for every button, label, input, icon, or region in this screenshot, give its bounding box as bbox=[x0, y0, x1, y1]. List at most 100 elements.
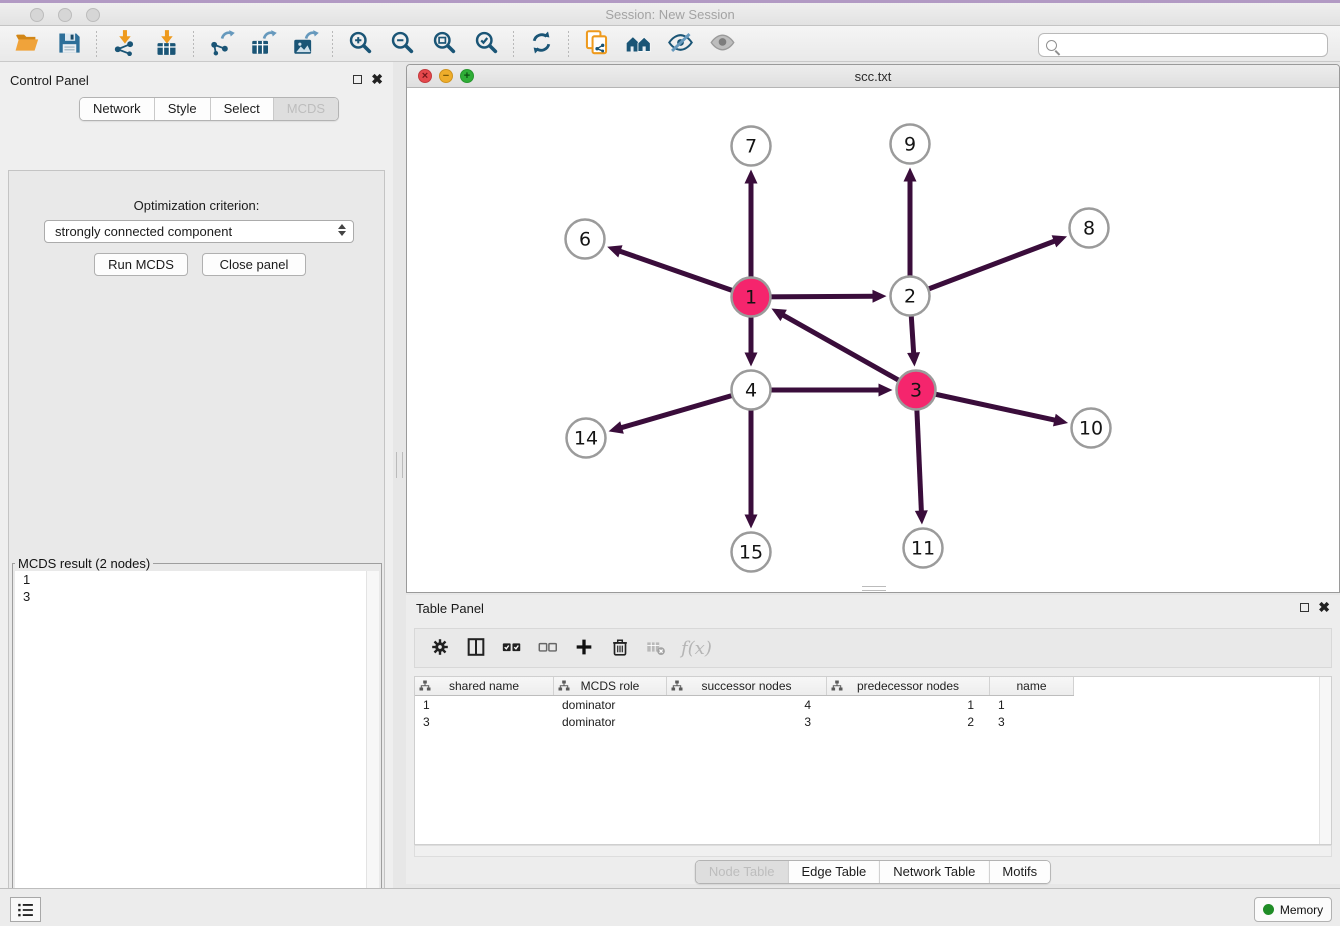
column-header-successor-nodes[interactable]: successor nodes bbox=[667, 677, 827, 695]
table-hscrollbar[interactable] bbox=[414, 845, 1332, 857]
criterion-dropdown-value: strongly connected component bbox=[55, 224, 232, 239]
folder-open-button[interactable] bbox=[6, 28, 48, 60]
delete-table-icon bbox=[645, 636, 667, 661]
export-image-icon bbox=[292, 29, 319, 59]
graph-arrowhead bbox=[915, 510, 928, 524]
table-cell[interactable]: 1 bbox=[990, 698, 1074, 712]
graph-arrowhead bbox=[1052, 235, 1067, 247]
criterion-dropdown[interactable]: strongly connected component bbox=[44, 220, 354, 243]
eye-button[interactable] bbox=[701, 28, 743, 60]
export-image-button[interactable] bbox=[284, 28, 326, 60]
zoom-selected-icon bbox=[473, 29, 500, 59]
result-scrollbar[interactable] bbox=[366, 571, 379, 926]
table-cell[interactable]: 1 bbox=[827, 698, 990, 712]
zoom-fit-button[interactable] bbox=[423, 28, 465, 60]
tab-select[interactable]: Select bbox=[211, 98, 274, 120]
splitter-grip-vertical[interactable] bbox=[396, 452, 403, 478]
search-input[interactable] bbox=[1057, 36, 1327, 54]
run-mcds-button[interactable]: Run MCDS bbox=[94, 253, 188, 276]
toolbar-separator bbox=[568, 31, 569, 57]
column-header-name[interactable]: name bbox=[990, 677, 1074, 695]
clear-checkboxes-button[interactable] bbox=[537, 636, 559, 661]
column-header-predecessor-nodes[interactable]: predecessor nodes bbox=[827, 677, 990, 695]
import-table-icon bbox=[153, 29, 180, 59]
import-table-button[interactable] bbox=[145, 28, 187, 60]
table-scrollbar[interactable] bbox=[1319, 677, 1331, 844]
table-cell[interactable]: 4 bbox=[667, 698, 827, 712]
save-icon bbox=[56, 29, 83, 59]
folder-open-icon bbox=[14, 29, 41, 59]
toolbar-separator bbox=[513, 31, 514, 57]
houses-button[interactable] bbox=[617, 28, 659, 60]
trash-button[interactable] bbox=[609, 636, 631, 661]
search-box[interactable] bbox=[1038, 33, 1328, 57]
network-window-titlebar[interactable]: × − + scc.txt bbox=[407, 65, 1339, 88]
tab-network[interactable]: Network bbox=[80, 98, 155, 120]
table-row[interactable]: 1dominator411 bbox=[415, 696, 1331, 713]
function-builder-button[interactable]: f(x) bbox=[681, 638, 712, 659]
graph-node-label-4: 4 bbox=[745, 380, 757, 402]
refresh-button[interactable] bbox=[520, 28, 562, 60]
table-body: 1dominator4113dominator323 bbox=[415, 696, 1331, 730]
close-panel-icon[interactable]: ✖ bbox=[371, 74, 383, 84]
export-table-button[interactable] bbox=[242, 28, 284, 60]
zoom-fit-icon bbox=[431, 29, 458, 59]
table-tab-node-table[interactable]: Node Table bbox=[696, 861, 789, 883]
zoom-in-button[interactable] bbox=[339, 28, 381, 60]
table-tab-network-table[interactable]: Network Table bbox=[880, 861, 989, 883]
table-tab-edge-table[interactable]: Edge Table bbox=[788, 861, 880, 883]
table-panel: Table Panel ✖ f(x) shared nameMCDS roles… bbox=[406, 595, 1340, 884]
main-titlebar: Session: New Session bbox=[0, 3, 1340, 26]
trash-icon bbox=[609, 636, 631, 661]
table-cell[interactable]: 1 bbox=[415, 698, 554, 712]
zoom-out-button[interactable] bbox=[381, 28, 423, 60]
close-table-panel-icon[interactable]: ✖ bbox=[1318, 602, 1330, 612]
table-cell[interactable]: 3 bbox=[990, 715, 1074, 729]
select-all-checkboxes-button[interactable] bbox=[501, 636, 523, 661]
plus-button[interactable] bbox=[573, 636, 595, 661]
column-header-shared-name[interactable]: shared name bbox=[415, 677, 554, 695]
table-cell[interactable]: dominator bbox=[554, 715, 667, 729]
refresh-icon bbox=[528, 29, 555, 59]
table-cell[interactable]: 3 bbox=[667, 715, 827, 729]
split-columns-button[interactable] bbox=[465, 636, 487, 661]
import-network-button[interactable] bbox=[103, 28, 145, 60]
tab-mcds[interactable]: MCDS bbox=[274, 98, 338, 120]
tab-style[interactable]: Style bbox=[155, 98, 211, 120]
table-cell[interactable]: dominator bbox=[554, 698, 667, 712]
graph-edge-3-10 bbox=[916, 390, 1056, 420]
table-tab-motifs[interactable]: Motifs bbox=[989, 861, 1050, 883]
table-cell[interactable]: 3 bbox=[415, 715, 554, 729]
column-header-MCDS-role[interactable]: MCDS role bbox=[554, 677, 667, 695]
graph-node-label-14: 14 bbox=[574, 428, 598, 450]
zoom-selected-button[interactable] bbox=[465, 28, 507, 60]
float-table-panel-icon[interactable] bbox=[1300, 603, 1309, 612]
table-tabs: Node TableEdge TableNetwork TableMotifs bbox=[695, 860, 1051, 884]
task-history-button[interactable] bbox=[10, 897, 41, 922]
list-icon bbox=[15, 899, 37, 921]
splitter-grip-horizontal[interactable] bbox=[862, 586, 886, 591]
graph-arrowhead bbox=[607, 245, 622, 257]
mcds-result-list[interactable]: 13 bbox=[15, 571, 379, 926]
duplicate-network-button[interactable] bbox=[575, 28, 617, 60]
graph-arrowhead bbox=[872, 290, 886, 303]
graph-arrowhead bbox=[745, 170, 758, 184]
eye-slash-button[interactable] bbox=[659, 28, 701, 60]
float-panel-icon[interactable] bbox=[353, 75, 362, 84]
control-panel: Control Panel ✖ NetworkStyleSelectMCDS O… bbox=[0, 62, 393, 888]
close-panel-button[interactable]: Close panel bbox=[202, 253, 306, 276]
save-button[interactable] bbox=[48, 28, 90, 60]
duplicate-network-icon bbox=[583, 29, 610, 59]
memory-button[interactable]: Memory bbox=[1254, 897, 1332, 922]
delete-table-button[interactable] bbox=[645, 636, 667, 661]
table-cell[interactable]: 2 bbox=[827, 715, 990, 729]
table-row[interactable]: 3dominator323 bbox=[415, 713, 1331, 730]
graph-node-label-15: 15 bbox=[739, 542, 763, 564]
mcds-result-item: 1 bbox=[15, 571, 379, 588]
memory-status-icon bbox=[1263, 904, 1274, 915]
gear-button[interactable] bbox=[429, 636, 451, 661]
export-network-button[interactable] bbox=[200, 28, 242, 60]
dropdown-stepper-icon bbox=[338, 224, 346, 236]
network-canvas[interactable]: 7968124314101511 bbox=[407, 88, 1339, 592]
status-bar: Memory bbox=[0, 888, 1340, 926]
